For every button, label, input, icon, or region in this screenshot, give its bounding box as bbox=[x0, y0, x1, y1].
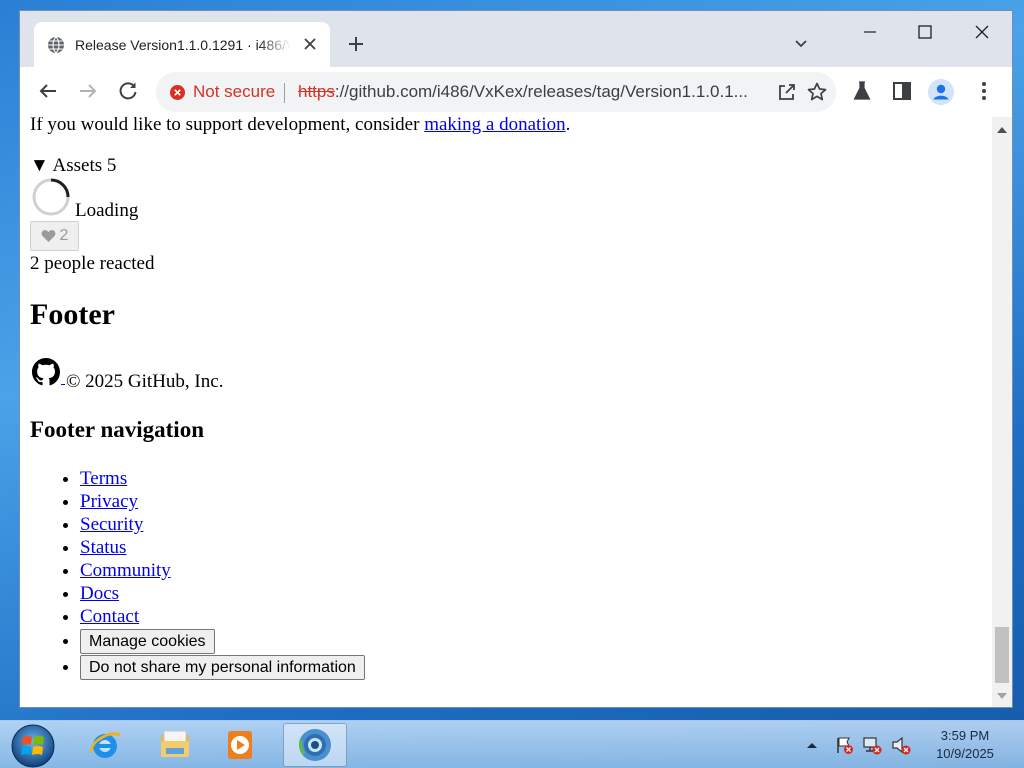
footer-nav-item: Do not share my personal information bbox=[80, 654, 365, 681]
browser-toolbar: Not secure https://github.com/i486/VxKex… bbox=[20, 67, 1012, 117]
donation-paragraph: If you would like to support development… bbox=[30, 117, 570, 136]
footer-link-docs[interactable]: Docs bbox=[80, 583, 119, 604]
taskbar-app-explorer[interactable] bbox=[145, 723, 205, 767]
loading-spinner-icon bbox=[32, 178, 70, 216]
omnibox-divider bbox=[284, 83, 285, 103]
back-icon[interactable] bbox=[36, 79, 60, 103]
footer-link-status[interactable]: Status bbox=[80, 537, 126, 558]
side-panel-icon[interactable] bbox=[890, 79, 914, 103]
action-center-flag-icon[interactable] bbox=[834, 735, 854, 755]
footer-nav-item: Contact bbox=[80, 605, 365, 628]
bookmark-star-icon[interactable] bbox=[806, 81, 828, 103]
chrome-icon bbox=[299, 729, 331, 761]
taskbar: 3:59 PM 10/9/2025 bbox=[0, 720, 1024, 768]
taskbar-app-media-player[interactable] bbox=[210, 723, 270, 767]
copyright-text: © 2025 GitHub, Inc. bbox=[66, 371, 224, 392]
profile-icon bbox=[933, 84, 949, 100]
globe-icon bbox=[48, 36, 64, 53]
reaction-button[interactable]: 2 bbox=[30, 221, 79, 251]
media-player-icon bbox=[228, 731, 252, 759]
close-tab-icon[interactable] bbox=[302, 36, 318, 52]
reload-icon[interactable] bbox=[116, 79, 140, 103]
footer-nav-list: Terms Privacy Security Status Community … bbox=[80, 467, 365, 681]
footer-nav-item: Status bbox=[80, 536, 365, 559]
chevron-down-icon[interactable] bbox=[793, 35, 809, 51]
folder-icon bbox=[161, 730, 189, 757]
donation-end: . bbox=[565, 117, 571, 135]
scroll-down-arrow-icon[interactable] bbox=[997, 693, 1007, 699]
network-icon[interactable] bbox=[862, 735, 882, 755]
profile-avatar[interactable] bbox=[928, 79, 954, 105]
url-rest: ://github.com/i486/VxKex/releases/tag/Ve… bbox=[334, 82, 748, 101]
logo-link-underline bbox=[61, 384, 65, 385]
clock-time: 3:59 PM bbox=[940, 728, 990, 743]
github-logo-icon[interactable] bbox=[32, 358, 60, 386]
assets-summary[interactable]: ▼ Assets 5 bbox=[30, 155, 116, 177]
footer-nav-item: Community bbox=[80, 559, 365, 582]
start-orb-icon[interactable] bbox=[10, 723, 56, 768]
taskbar-app-ie[interactable] bbox=[75, 723, 135, 767]
footer-nav-item: Terms bbox=[80, 467, 365, 490]
tab-strip: Release Version1.1.0.1291 · i486/VxKex bbox=[20, 11, 1012, 67]
vertical-scrollbar[interactable] bbox=[992, 117, 1012, 707]
page-viewport: If you would like to support development… bbox=[20, 117, 992, 707]
clock-date: 10/9/2025 bbox=[936, 746, 994, 761]
footer-heading: Footer bbox=[30, 298, 115, 331]
scroll-up-arrow-icon[interactable] bbox=[997, 127, 1007, 133]
footer-link-security[interactable]: Security bbox=[80, 514, 143, 535]
internet-explorer-icon bbox=[89, 732, 121, 758]
footer-nav-item: Privacy bbox=[80, 490, 365, 513]
reaction-count: 2 bbox=[59, 227, 69, 244]
footer-nav-item: Manage cookies bbox=[80, 628, 365, 655]
volume-muted-icon[interactable] bbox=[891, 735, 911, 755]
security-label[interactable]: Not secure bbox=[193, 82, 275, 102]
do-not-share-button[interactable]: Do not share my personal information bbox=[80, 655, 365, 681]
minimize-icon[interactable] bbox=[859, 21, 881, 43]
new-tab-icon[interactable] bbox=[346, 34, 366, 54]
footer-link-contact[interactable]: Contact bbox=[80, 606, 139, 627]
donation-link[interactable]: making a donation bbox=[424, 117, 565, 135]
taskbar-app-chrome[interactable] bbox=[283, 723, 347, 767]
maximize-icon[interactable] bbox=[914, 21, 936, 43]
taskbar-clock[interactable]: 3:59 PM 10/9/2025 bbox=[922, 727, 1008, 763]
menu-kebab-icon[interactable] bbox=[972, 79, 996, 103]
tab-release[interactable]: Release Version1.1.0.1291 · i486/VxKex bbox=[34, 22, 330, 67]
footer-nav-item: Docs bbox=[80, 582, 365, 605]
url-scheme: https bbox=[298, 82, 335, 101]
manage-cookies-button[interactable]: Manage cookies bbox=[80, 629, 215, 655]
show-hidden-icons-chevron-icon[interactable] bbox=[802, 735, 822, 755]
url-text[interactable]: https://github.com/i486/VxKex/releases/t… bbox=[298, 82, 748, 102]
footer-link-terms[interactable]: Terms bbox=[80, 468, 127, 489]
footer-link-privacy[interactable]: Privacy bbox=[80, 491, 138, 512]
scrollbar-thumb[interactable] bbox=[995, 627, 1009, 683]
footer-nav-heading: Footer navigation bbox=[30, 417, 204, 442]
loading-label: Loading bbox=[75, 200, 139, 221]
heart-icon bbox=[41, 230, 55, 242]
close-window-icon[interactable] bbox=[971, 21, 993, 43]
tab-title: Release Version1.1.0.1291 · i486/VxKex bbox=[75, 36, 291, 53]
donation-text: If you would like to support development… bbox=[30, 117, 425, 135]
share-icon[interactable] bbox=[776, 81, 798, 103]
footer-link-community[interactable]: Community bbox=[80, 560, 171, 581]
footer-nav-item: Security bbox=[80, 513, 365, 536]
labs-flask-icon[interactable] bbox=[850, 79, 874, 103]
address-bar[interactable]: Not secure https://github.com/i486/VxKex… bbox=[156, 72, 836, 112]
reacted-text: 2 people reacted bbox=[30, 253, 155, 274]
not-secure-icon bbox=[170, 85, 185, 100]
forward-icon[interactable] bbox=[76, 79, 100, 103]
browser-window: Release Version1.1.0.1291 · i486/VxKex bbox=[19, 10, 1013, 708]
